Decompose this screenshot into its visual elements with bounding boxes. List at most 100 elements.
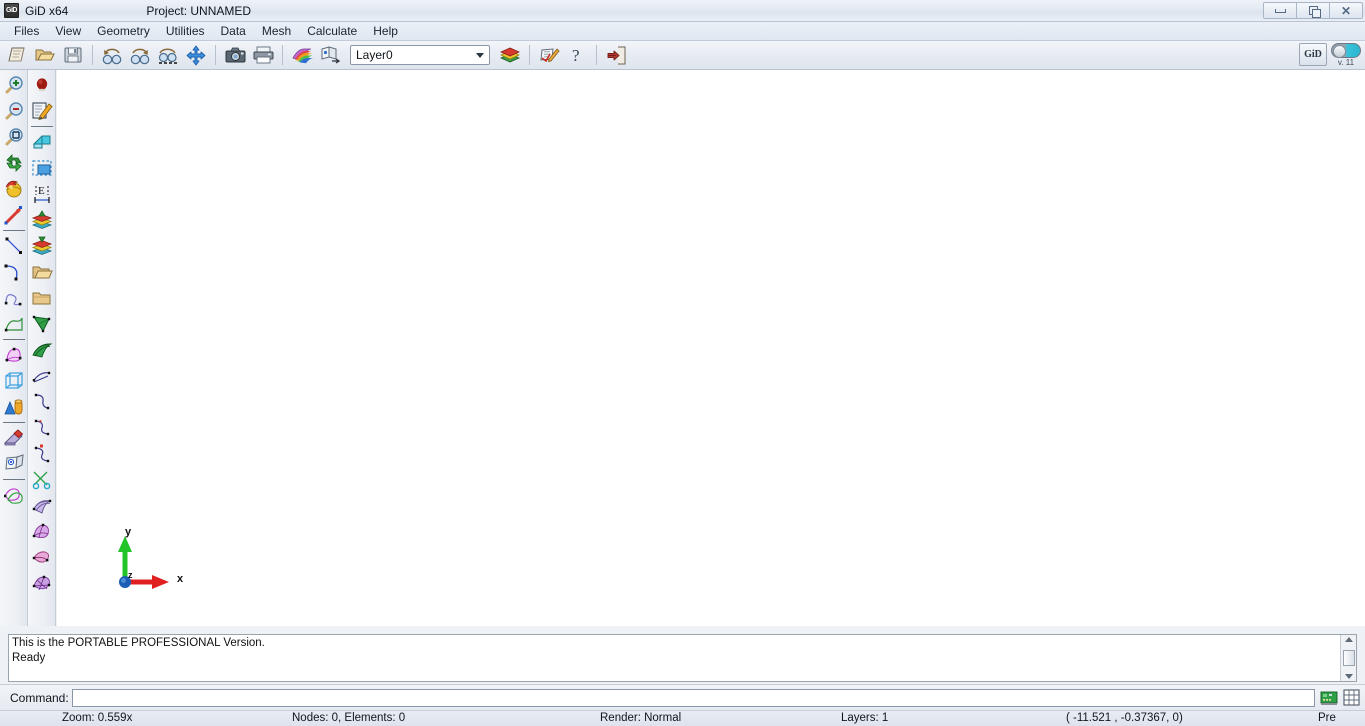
edit-icon[interactable] [29, 98, 55, 124]
window-controls: ✕ [1263, 2, 1363, 19]
open-group-icon[interactable] [29, 259, 55, 285]
menu-geometry[interactable]: Geometry [89, 22, 158, 40]
command-bar: Command: [0, 684, 1365, 710]
status-render: Render: Normal [600, 712, 682, 724]
version-label: v. 11 [1337, 58, 1355, 67]
mesh-strip-icon[interactable] [29, 493, 55, 519]
edit-curve-point-icon[interactable] [29, 441, 55, 467]
zoom-in-icon[interactable] [1, 72, 27, 98]
message-log-line: Ready [12, 652, 46, 664]
toolbar-separator [30, 126, 53, 127]
zoom-window-icon[interactable] [155, 43, 181, 68]
create-line-icon[interactable] [1, 233, 27, 259]
select-window-icon[interactable] [29, 155, 55, 181]
preferences-icon[interactable] [536, 43, 562, 68]
left-toolbar-column-1 [0, 70, 28, 626]
snapshot-icon[interactable] [222, 43, 248, 68]
edit-line-icon[interactable] [29, 389, 55, 415]
zoom-next-icon[interactable] [127, 43, 153, 68]
command-label: Command: [10, 690, 69, 705]
toolbar-separator [2, 422, 25, 423]
menu-help[interactable]: Help [365, 22, 406, 40]
scrollbar-thumb[interactable] [1342, 650, 1355, 666]
pan-icon[interactable] [183, 43, 209, 68]
status-bar: Zoom: 0.559x Nodes: 0, Elements: 0 Rende… [0, 710, 1365, 726]
create-surface-icon[interactable] [1, 311, 27, 337]
inspect-icon[interactable] [1, 451, 27, 477]
main-toolbar: Layer0 ? GiD v. 11 [0, 41, 1365, 70]
layer-raise-icon[interactable] [29, 207, 55, 233]
create-object-icon[interactable] [1, 394, 27, 420]
drawing-canvas[interactable]: y x z [57, 70, 1365, 626]
close-icon: ✕ [1340, 3, 1352, 18]
svg-text:E: E [38, 185, 45, 197]
mesh-lines-icon[interactable] [29, 363, 55, 389]
create-volume-icon[interactable] [1, 368, 27, 394]
gid-brand-button[interactable]: GiD [1299, 43, 1327, 66]
scroll-up-icon[interactable] [1344, 637, 1353, 642]
open-file-icon[interactable] [32, 43, 58, 68]
print-icon[interactable] [250, 43, 276, 68]
save-file-icon[interactable] [60, 43, 86, 68]
mode-toggle[interactable] [1331, 43, 1361, 58]
minimize-button[interactable] [1263, 2, 1297, 19]
layers-icon[interactable] [497, 43, 523, 68]
mesh-collapse-icon[interactable] [29, 545, 55, 571]
left-toolbar-column-2: E [28, 70, 56, 626]
toolbar-separator [596, 45, 597, 65]
chevron-down-icon [476, 52, 484, 58]
scroll-down-icon[interactable] [1344, 674, 1353, 679]
layer-select[interactable]: Layer0 [350, 45, 490, 65]
new-file-icon[interactable] [4, 43, 30, 68]
toolbar-right-zone: GiD v. 11 [1299, 43, 1361, 67]
menu-data[interactable]: Data [213, 22, 254, 40]
rotate-trackball-icon[interactable] [1, 176, 27, 202]
animate-icon[interactable] [317, 43, 343, 68]
measure-distance-icon[interactable]: E [29, 181, 55, 207]
version-toggle-group: v. 11 [1331, 43, 1361, 67]
status-mode: Pre [1318, 712, 1336, 724]
zoom-frame-icon[interactable] [1, 124, 27, 150]
label-icon[interactable] [29, 129, 55, 155]
edit-curve-icon[interactable] [29, 415, 55, 441]
render-colors-icon[interactable] [289, 43, 315, 68]
help-question-icon[interactable]: ? [564, 43, 590, 68]
close-group-icon[interactable] [29, 285, 55, 311]
axis-label-x: x [177, 573, 184, 585]
status-coordinates: ( -11.521 , -0.37367, 0) [1066, 712, 1183, 724]
message-log-scrollbar[interactable] [1340, 635, 1356, 681]
create-point-icon[interactable] [29, 72, 55, 98]
message-log[interactable]: This is the PORTABLE PROFESSIONAL Versio… [8, 634, 1357, 682]
mesh-refine-icon[interactable] [29, 571, 55, 597]
project-title: Project: UNNAMED [146, 3, 252, 18]
status-zoom: Zoom: 0.559x [62, 712, 133, 724]
menu-calculate[interactable]: Calculate [299, 22, 365, 40]
create-arc-icon[interactable] [1, 259, 27, 285]
create-nurbs-curve-icon[interactable] [1, 285, 27, 311]
copy-transform-icon[interactable] [1, 482, 27, 508]
title-bar: GiD GiD x64 Project: UNNAMED ✕ [0, 0, 1365, 22]
layer-lower-icon[interactable] [29, 233, 55, 259]
rotate-icon[interactable] [1, 150, 27, 176]
create-nurbs-surface-icon[interactable] [1, 342, 27, 368]
zoom-previous-icon[interactable] [99, 43, 125, 68]
menu-utilities[interactable]: Utilities [158, 22, 213, 40]
gid-application-window: GiD GiD x64 Project: UNNAMED ✕ Files Vie… [0, 0, 1365, 726]
mesh-surface-icon[interactable] [29, 311, 55, 337]
graphics-hardware-icon[interactable] [1319, 688, 1339, 708]
menu-view[interactable]: View [47, 22, 89, 40]
close-button[interactable]: ✕ [1329, 2, 1363, 19]
normal-vector-icon[interactable] [1, 202, 27, 228]
menu-mesh[interactable]: Mesh [254, 22, 299, 40]
mesh-view-icon[interactable] [29, 337, 55, 363]
grid-icon[interactable] [1342, 688, 1362, 708]
command-input[interactable] [72, 688, 1315, 707]
mesh-quad-icon[interactable] [29, 519, 55, 545]
status-layers: Layers: 1 [841, 712, 889, 724]
zoom-out-icon[interactable] [1, 98, 27, 124]
split-icon[interactable] [29, 467, 55, 493]
menu-files[interactable]: Files [6, 22, 47, 40]
exit-icon[interactable] [603, 43, 629, 68]
restore-button[interactable] [1296, 2, 1330, 19]
delete-icon[interactable] [1, 425, 27, 451]
